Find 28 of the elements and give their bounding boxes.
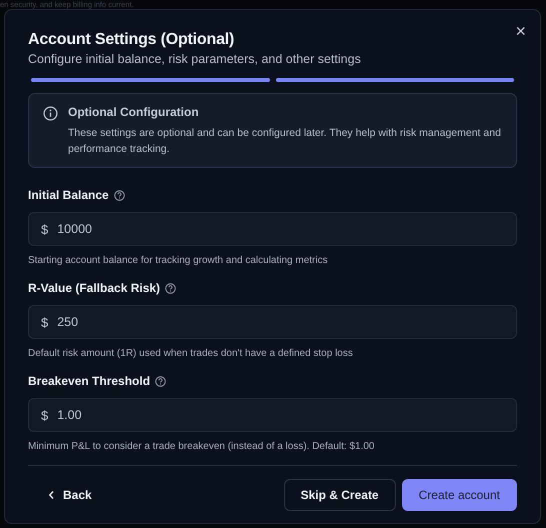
amount-input[interactable]: $ 1.00 [28,398,517,432]
help-icon[interactable] [114,190,125,201]
field-hint: Default risk amount (1R) used when trades don't have a defined stop loss [28,347,354,360]
notice-title: Optional Configuration [68,105,200,120]
dialog-subtitle: Configure initial balance, risk parameters, and other settings [28,51,362,67]
currency-prefix: $ [41,222,48,236]
currency-prefix: $ [41,408,48,422]
field-label: Initial Balance [28,188,109,203]
amount-input[interactable]: $ 250 [28,305,517,339]
field-label: R-Value (Fallback Risk) [28,281,160,296]
create-account-button[interactable]: Create account [402,479,517,511]
field-hint: Starting account balance for tracking growth and calculating metrics [28,254,329,267]
info-icon [43,106,58,121]
notice-text: These settings are optional and can be configured later. They help with risk management and performance tracking. [68,126,502,157]
back-button[interactable]: Back [28,479,104,511]
field-label: Breakeven Threshold [28,374,150,389]
field-hint: Minimum P&L to consider a trade breakeven (instead of a loss). Default: $1.00 [28,440,376,453]
amount-input[interactable]: $ 10000 [28,212,517,246]
help-icon[interactable] [165,283,176,294]
input-value: 250 [57,315,78,329]
chevron-left-icon [48,490,55,500]
input-value: 10000 [57,222,92,236]
help-icon[interactable] [155,376,166,387]
close-button[interactable]: × [511,20,530,42]
dialog-title: Account Settings (Optional) [28,30,236,50]
input-value: 1.00 [57,408,82,422]
currency-prefix: $ [41,314,48,330]
skip-button[interactable]: Skip & Create [284,479,396,511]
